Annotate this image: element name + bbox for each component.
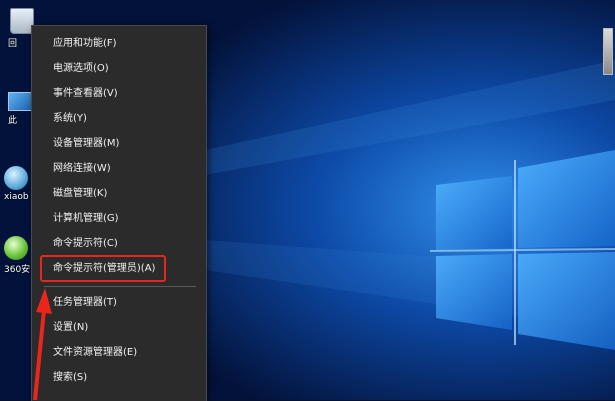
360-shortcut[interactable]: 360安 — [4, 236, 34, 275]
desktop-icon-label: 360安 — [4, 265, 31, 275]
annotation-highlight-box — [40, 255, 166, 282]
menu-item-settings[interactable]: 设置(N) — [32, 317, 206, 339]
menu-item-event-viewer[interactable]: 事件查看器(V) — [32, 83, 206, 105]
xiaobai-shortcut[interactable]: xiaob — [4, 166, 34, 202]
menu-item-network-connections[interactable]: 网络连接(W) — [32, 158, 206, 180]
menu-item-search[interactable]: 搜索(S) — [32, 367, 206, 389]
menu-item-task-manager[interactable]: 任务管理器(T) — [32, 292, 206, 314]
menu-item-computer-management[interactable]: 计算机管理(G) — [32, 208, 206, 230]
app-icon — [4, 166, 28, 190]
menu-separator — [44, 286, 196, 287]
sidebar-widget — [603, 28, 613, 75]
menu-item-power-options[interactable]: 电源选项(O) — [32, 58, 206, 80]
annotation-arrow-icon — [33, 288, 52, 400]
winx-context-menu: 应用和功能(F) 电源选项(O) 事件查看器(V) 系统(Y) 设备管理器(M)… — [31, 25, 207, 401]
menu-item-device-manager[interactable]: 设备管理器(M) — [32, 133, 206, 155]
menu-item-file-explorer[interactable]: 文件资源管理器(E) — [32, 342, 206, 364]
desktop-icon-label: xiaob — [4, 192, 29, 202]
menu-item-disk-management[interactable]: 磁盘管理(K) — [32, 183, 206, 205]
menu-item-apps-features[interactable]: 应用和功能(F) — [32, 33, 206, 55]
menu-item-command-prompt[interactable]: 命令提示符(C) — [32, 233, 206, 255]
360-icon — [4, 236, 28, 260]
menu-item-system[interactable]: 系统(Y) — [32, 108, 206, 130]
